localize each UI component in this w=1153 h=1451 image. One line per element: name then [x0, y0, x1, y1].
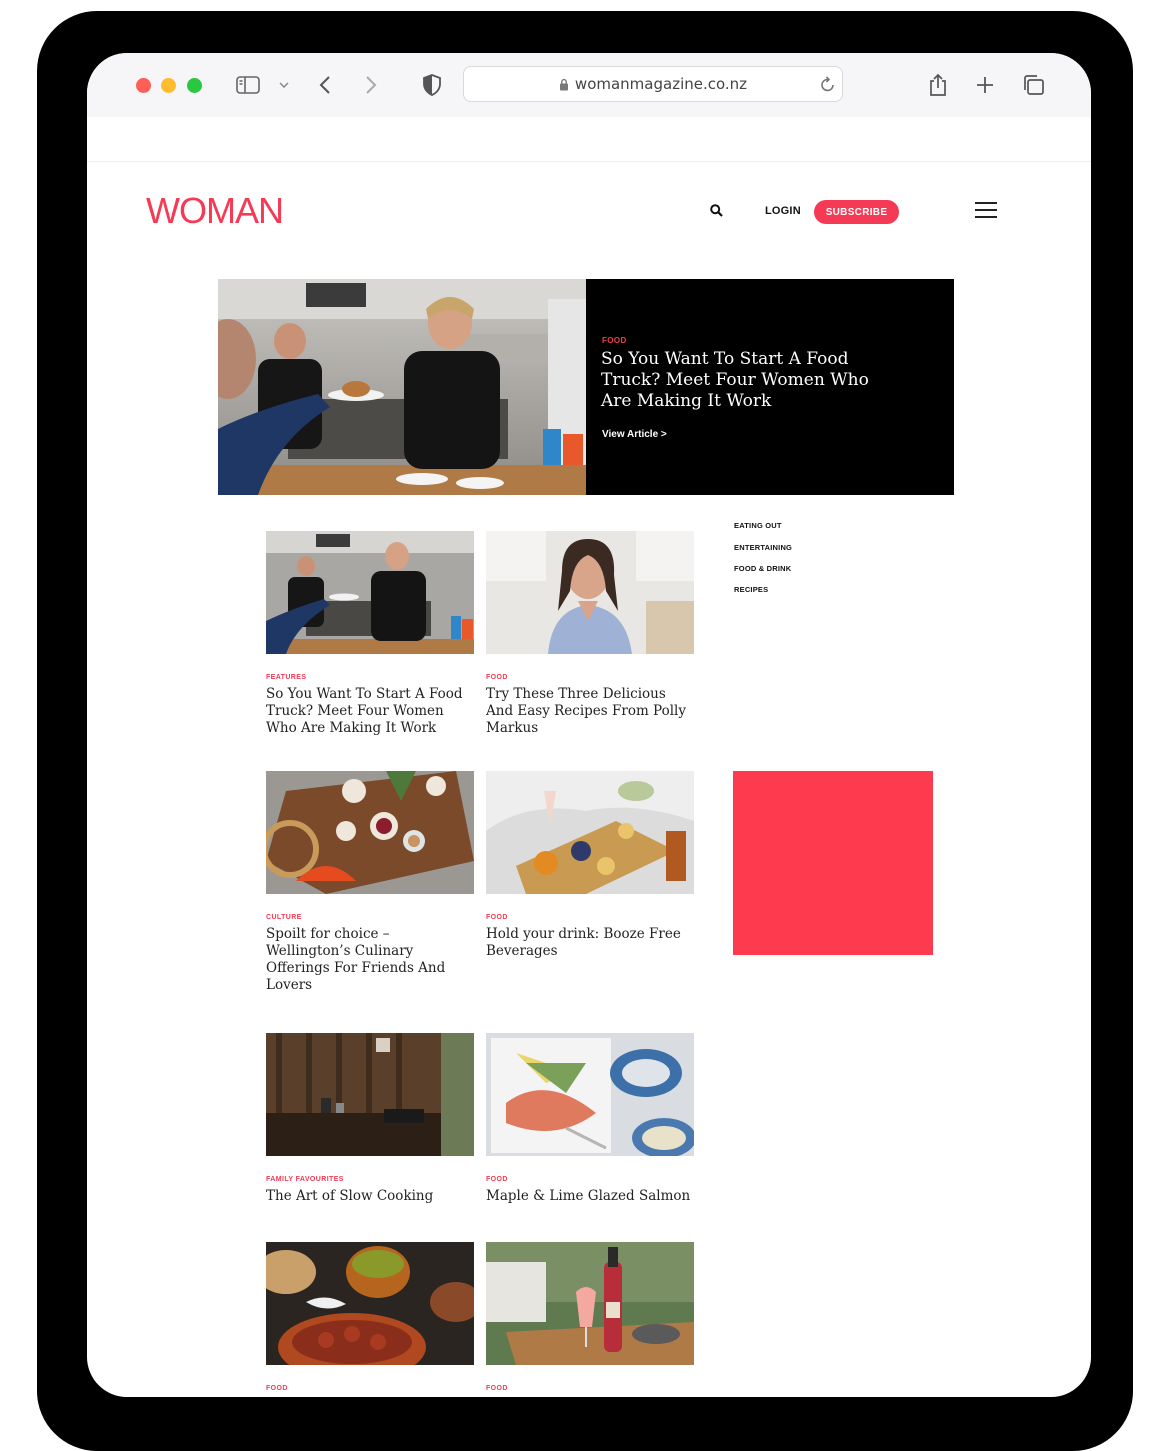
article-title[interactable]: So You Want To Start A Food Truck? Meet …	[266, 686, 474, 737]
chevron-down-icon[interactable]	[277, 71, 291, 99]
article-card[interactable]: FEATURES So You Want To Start A Food Tru…	[266, 531, 474, 737]
menu-icon[interactable]	[975, 202, 997, 218]
sidebar-link-eating-out[interactable]: EATING OUT	[734, 521, 782, 530]
article-title[interactable]: Spoilt for choice – Wellington’s Culinar…	[266, 926, 474, 994]
article-card[interactable]: FOOD	[486, 1242, 694, 1397]
reload-icon[interactable]	[820, 75, 836, 93]
article-title[interactable]: Try These Three Delicious And Easy Recip…	[486, 686, 694, 737]
article-title[interactable]: The Art of Slow Cooking	[266, 1188, 474, 1205]
close-window-button[interactable]	[136, 78, 151, 93]
view-article-link[interactable]: View Article >	[602, 429, 667, 440]
sidebar-link-food-drink[interactable]: FOOD & DRINK	[734, 564, 791, 573]
hero-category[interactable]: FOOD	[602, 336, 627, 345]
article-card[interactable]: CULTURE Spoilt for choice – Wellington’s…	[266, 771, 474, 994]
browser-window: womanmagazine.co.nz WOMAN LOGIN SUBSCRIB…	[87, 53, 1091, 1397]
browser-toolbar: womanmagazine.co.nz	[87, 53, 1091, 117]
article-card[interactable]: FAMILY FAVOURITES The Art of Slow Cookin…	[266, 1033, 474, 1205]
search-icon[interactable]	[710, 204, 723, 222]
article-title[interactable]: Maple & Lime Glazed Salmon	[486, 1188, 694, 1205]
article-category[interactable]: FOOD	[486, 1176, 694, 1183]
site-logo[interactable]: WOMAN	[146, 193, 284, 229]
article-thumbnail[interactable]	[486, 771, 694, 894]
favorites-strip	[87, 117, 1091, 162]
share-icon[interactable]	[927, 71, 949, 99]
privacy-shield-icon[interactable]	[421, 71, 443, 99]
new-tab-plus-icon[interactable]	[974, 71, 996, 99]
url-text: womanmagazine.co.nz	[574, 75, 748, 93]
article-category[interactable]: FAMILY FAVOURITES	[266, 1176, 474, 1183]
article-thumbnail[interactable]	[266, 1242, 474, 1365]
hero-image[interactable]	[218, 279, 586, 495]
article-category[interactable]: FOOD	[486, 674, 694, 681]
address-bar[interactable]: womanmagazine.co.nz	[463, 66, 843, 102]
maximize-window-button[interactable]	[187, 78, 202, 93]
article-thumbnail[interactable]	[486, 1242, 694, 1365]
article-thumbnail[interactable]	[486, 1033, 694, 1156]
login-link[interactable]: LOGIN	[765, 205, 801, 217]
article-card[interactable]: FOOD	[266, 1242, 474, 1397]
article-card[interactable]: FOOD Hold your drink: Booze Free Beverag…	[486, 771, 694, 960]
sidebar-toggle-icon[interactable]	[234, 71, 262, 99]
advertisement-block[interactable]	[733, 771, 933, 955]
article-thumbnail[interactable]	[266, 1033, 474, 1156]
minimize-window-button[interactable]	[161, 78, 176, 93]
forward-arrow-icon[interactable]	[361, 71, 381, 99]
hero-title[interactable]: So You Want To Start A Food Truck? Meet …	[601, 349, 901, 412]
article-card[interactable]: FOOD Try These Three Delicious And Easy …	[486, 531, 694, 737]
article-thumbnail[interactable]	[266, 771, 474, 894]
article-category[interactable]: FOOD	[486, 914, 694, 921]
article-thumbnail[interactable]	[266, 531, 474, 654]
hero-article[interactable]: FOOD So You Want To Start A Food Truck? …	[218, 279, 954, 495]
article-card[interactable]: FOOD Maple & Lime Glazed Salmon	[486, 1033, 694, 1205]
lock-icon	[559, 78, 568, 90]
subscribe-button[interactable]: SUBSCRIBE	[814, 200, 899, 224]
article-category[interactable]: CULTURE	[266, 914, 474, 921]
back-arrow-icon[interactable]	[315, 71, 335, 99]
sidebar-link-entertaining[interactable]: ENTERTAINING	[734, 543, 792, 552]
article-thumbnail[interactable]	[486, 531, 694, 654]
article-category[interactable]: FEATURES	[266, 674, 474, 681]
article-category[interactable]: FOOD	[486, 1385, 694, 1392]
article-category[interactable]: FOOD	[266, 1385, 474, 1392]
tab-overview-icon[interactable]	[1021, 71, 1045, 99]
sidebar-link-recipes[interactable]: RECIPES	[734, 585, 768, 594]
article-title[interactable]: Hold your drink: Booze Free Beverages	[486, 926, 694, 960]
